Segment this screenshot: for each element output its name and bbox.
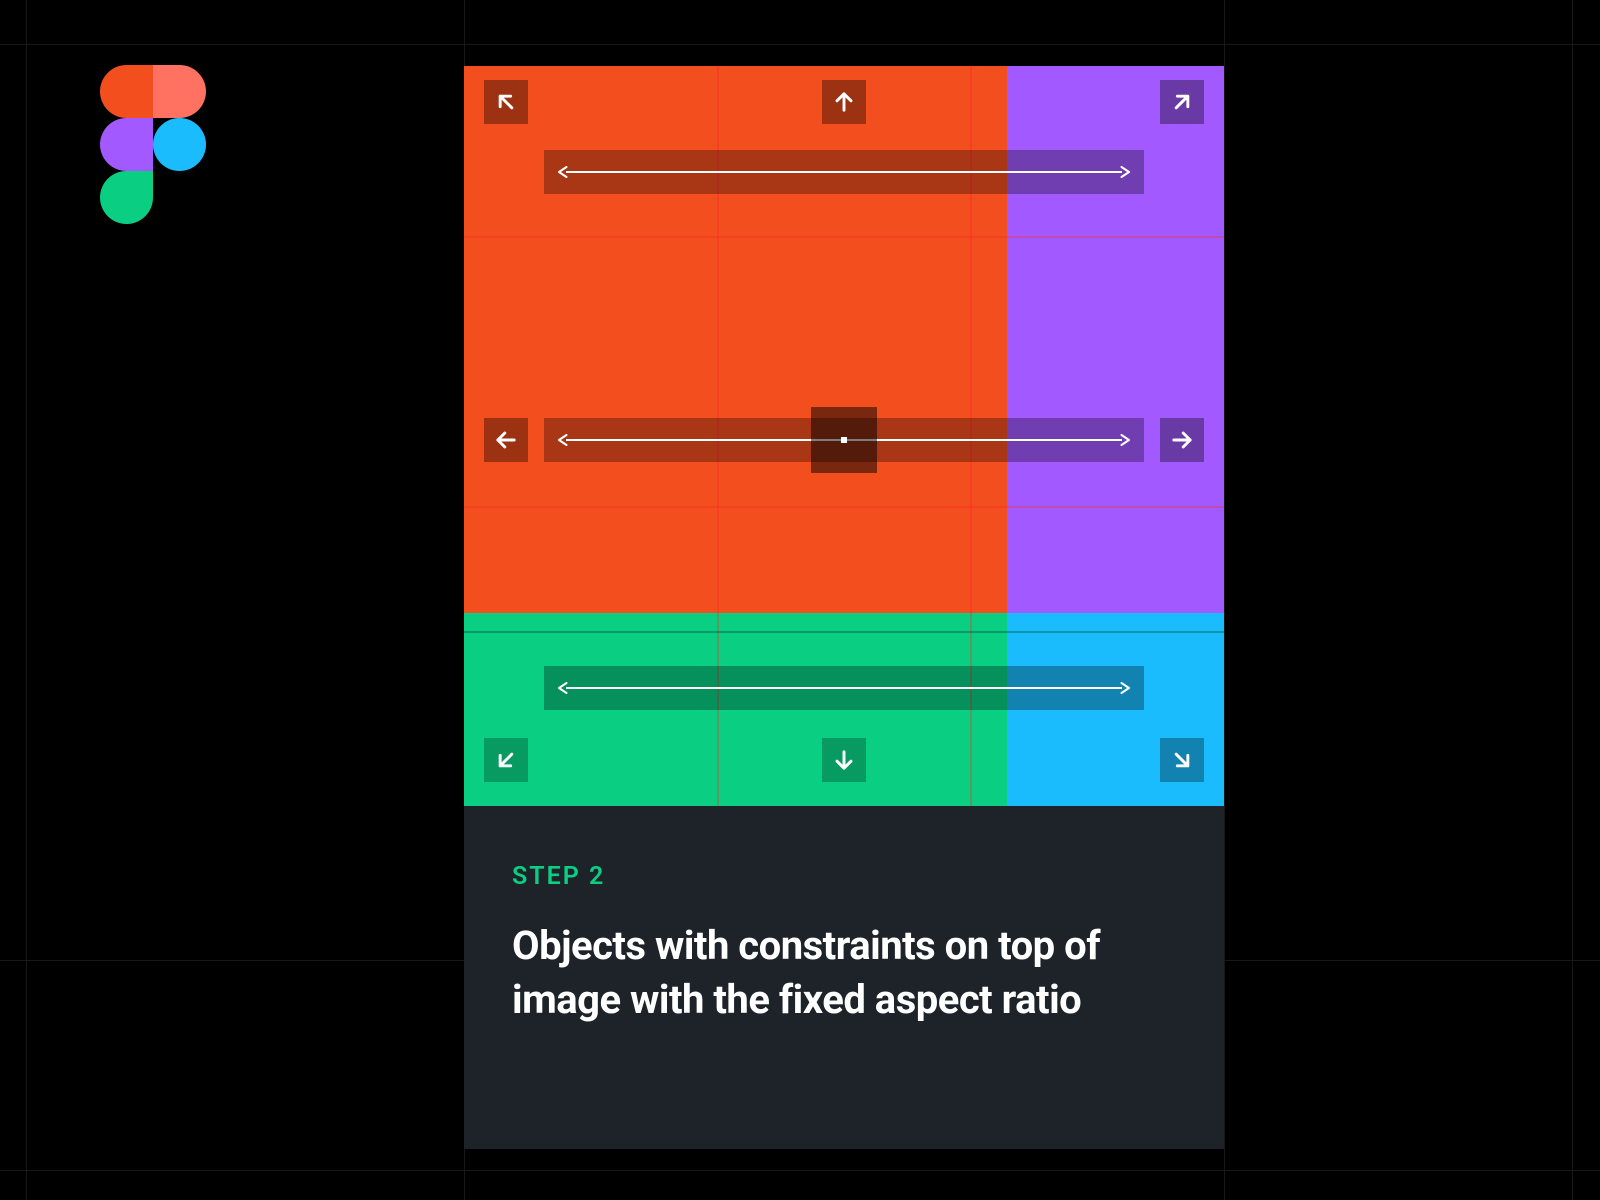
- constraint-center-handle[interactable]: [811, 407, 877, 473]
- constraint-top-right-icon[interactable]: [1160, 80, 1204, 124]
- constraint-stretch-horizontal-bottom[interactable]: [544, 666, 1144, 710]
- grid-line: [464, 631, 1224, 633]
- center-dot-icon: [841, 437, 847, 443]
- figma-logo-shape: [100, 171, 153, 224]
- canvas-grid-line: [26, 0, 27, 1200]
- figma-logo-shape: [100, 118, 153, 171]
- constraint-bottom-right-icon[interactable]: [1160, 738, 1204, 782]
- constraint-stretch-horizontal-top[interactable]: [544, 150, 1144, 194]
- card-caption: STEP 2 Objects with constraints on top o…: [464, 806, 1224, 1149]
- constraint-bottom-icon[interactable]: [822, 738, 866, 782]
- figma-logo-shape: [153, 118, 206, 171]
- constraint-top-left-icon[interactable]: [484, 80, 528, 124]
- constraint-top-icon[interactable]: [822, 80, 866, 124]
- caption-text: Objects with constraints on top of image…: [512, 919, 1176, 1027]
- canvas-grid-line: [1224, 0, 1225, 1200]
- figma-logo-shape: [100, 65, 153, 118]
- constraint-bottom-left-icon[interactable]: [484, 738, 528, 782]
- step-label: STEP 2: [512, 862, 1176, 891]
- constraint-diagram: [464, 66, 1224, 806]
- grid-line: [464, 506, 1224, 508]
- constraint-right-icon[interactable]: [1160, 418, 1204, 462]
- constraint-left-icon[interactable]: [484, 418, 528, 462]
- figma-logo-shape: [153, 65, 206, 118]
- figma-logo: [100, 65, 206, 225]
- canvas-grid-line: [1572, 0, 1573, 1200]
- block-purple: [1007, 66, 1224, 613]
- tutorial-card: STEP 2 Objects with constraints on top o…: [464, 66, 1224, 1149]
- grid-line: [464, 236, 1224, 238]
- block-orange: [464, 66, 1007, 613]
- canvas-grid-line: [0, 44, 1600, 45]
- canvas-grid-line: [0, 1170, 1600, 1171]
